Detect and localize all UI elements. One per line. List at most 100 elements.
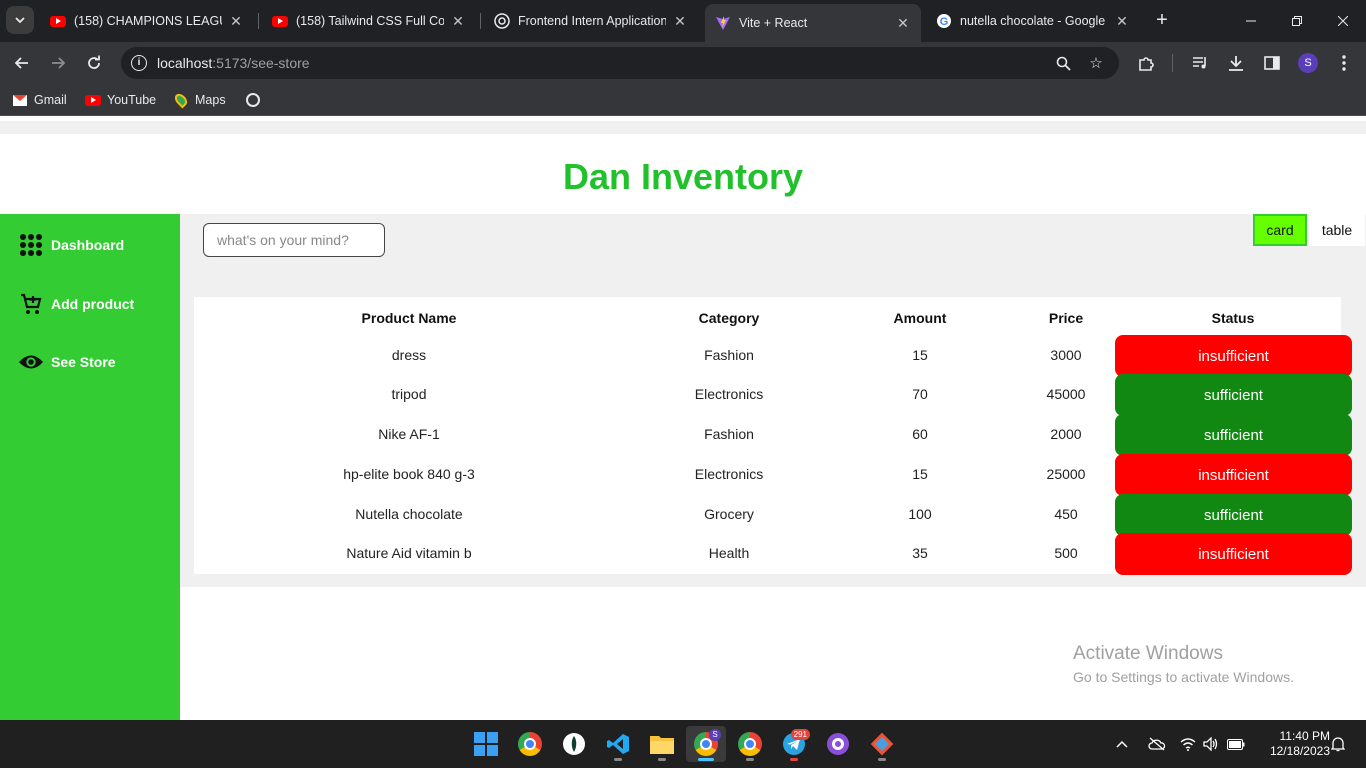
tray-battery[interactable]	[1227, 720, 1245, 768]
column-header-price: Price	[1048, 310, 1084, 326]
globe-icon	[245, 92, 261, 108]
taskbar-github-desktop[interactable]	[818, 726, 858, 762]
status-badge: sufficient	[1115, 494, 1352, 536]
table-row: Nutella chocolate Grocery 100 450 suffic…	[194, 494, 1352, 536]
taskbar-chrome-2[interactable]	[730, 726, 770, 762]
tab-title: Frontend Intern Application	[518, 14, 666, 28]
youtube-icon	[85, 92, 101, 108]
browser-tab[interactable]: (158) Tailwind CSS Full Cours ✕	[262, 0, 476, 42]
close-icon[interactable]: ✕	[895, 15, 911, 32]
cell-category: Grocery	[704, 506, 754, 522]
side-panel-icon	[1264, 56, 1280, 70]
restore-button[interactable]	[1274, 0, 1320, 42]
media-control-button[interactable]	[1186, 49, 1214, 77]
browser-tab[interactable]: (158) CHAMPIONS LEAGUE ( ✕	[40, 0, 254, 42]
tab-title: Vite + React	[739, 16, 808, 30]
profile-avatar[interactable]: S	[1298, 53, 1318, 73]
browser-tab-active[interactable]: Vite + React ✕	[705, 4, 921, 42]
new-tab-button[interactable]: +	[1150, 8, 1174, 32]
bookmark-youtube[interactable]: YouTube	[85, 92, 156, 108]
taskbar-telegram[interactable]: 291	[774, 726, 814, 762]
url-text: localhost:5173/see-store	[157, 55, 310, 71]
battery-icon	[1227, 738, 1245, 750]
vscode-icon	[607, 734, 629, 754]
sidebar-item-see-store[interactable]: See Store	[18, 349, 116, 375]
chrome-icon	[738, 732, 762, 756]
tab-title: (158) CHAMPIONS LEAGUE (	[74, 14, 222, 28]
sidebar-item-add-product[interactable]: Add product	[18, 291, 134, 317]
address-bar[interactable]: i localhost:5173/see-store ☆	[121, 47, 1119, 79]
browser-tab[interactable]: G nutella chocolate - Google S ✕	[926, 0, 1140, 42]
media-queue-icon	[1192, 57, 1206, 69]
watermark-title: Activate Windows	[1073, 643, 1223, 664]
close-icon[interactable]: ✕	[450, 13, 466, 30]
status-badge: insufficient	[1115, 454, 1352, 496]
forward-button[interactable]	[44, 49, 72, 77]
tray-cloud-offline[interactable]	[1148, 720, 1166, 768]
search-input[interactable]	[203, 223, 385, 257]
gmail-icon	[12, 92, 28, 108]
column-header-category: Category	[698, 310, 760, 326]
taskbar-mongodb-compass[interactable]	[554, 726, 594, 762]
tray-network[interactable]	[1180, 720, 1196, 768]
sidebar-item-dashboard[interactable]: Dashboard	[18, 232, 124, 258]
clock-time: 11:40 PM	[1279, 729, 1330, 743]
activate-windows-watermark: Activate Windows Go to Settings to activ…	[1073, 643, 1294, 685]
arrow-left-icon	[14, 57, 28, 69]
page-top-strip	[0, 121, 1366, 134]
downloads-button[interactable]	[1222, 49, 1250, 77]
table-row: Nike AF-1 Fashion 60 2000 sufficient	[194, 414, 1352, 456]
arrow-right-icon	[52, 57, 66, 69]
tab-search-button[interactable]	[6, 6, 34, 34]
extensions-button[interactable]	[1132, 49, 1160, 77]
taskbar-file-explorer[interactable]	[642, 726, 682, 762]
reload-button[interactable]	[80, 49, 108, 77]
table-row: tripod Electronics 70 45000 sufficient	[194, 374, 1352, 416]
tab-title: nutella chocolate - Google S	[960, 14, 1108, 28]
table-row: dress Fashion 15 3000 insufficient	[194, 335, 1352, 377]
bookmark-star-icon[interactable]: ☆	[1086, 53, 1106, 73]
taskbar-git[interactable]	[862, 726, 902, 762]
browser-tab[interactable]: Frontend Intern Application ✕	[484, 0, 698, 42]
tray-overflow-button[interactable]	[1116, 720, 1128, 768]
system-clock[interactable]: 11:40 PM 12/18/2023	[1254, 729, 1330, 759]
site-info-icon[interactable]: i	[131, 55, 147, 71]
cart-add-icon	[18, 291, 44, 317]
close-icon[interactable]: ✕	[1114, 13, 1130, 30]
zoom-search-icon[interactable]	[1053, 53, 1073, 73]
tray-volume[interactable]	[1203, 720, 1219, 768]
column-header-product-name: Product Name	[361, 310, 457, 326]
cell-product-name: hp-elite book 840 g-3	[343, 466, 475, 482]
taskbar-vscode[interactable]	[598, 726, 638, 762]
side-panel-button[interactable]	[1258, 49, 1286, 77]
taskbar-chrome-profile[interactable]: S	[686, 726, 726, 762]
minimize-button[interactable]	[1228, 0, 1274, 42]
bookmark-gmail[interactable]: Gmail	[12, 92, 67, 108]
cell-product-name: Nature Aid vitamin b	[346, 545, 472, 561]
volume-icon	[1203, 737, 1218, 751]
cell-product-name: dress	[391, 347, 427, 363]
close-icon[interactable]: ✕	[672, 13, 688, 30]
close-icon[interactable]: ✕	[228, 13, 244, 30]
mongodb-compass-icon	[563, 733, 585, 755]
close-icon	[1338, 16, 1348, 26]
close-window-button[interactable]	[1320, 0, 1366, 42]
view-card-button[interactable]: card	[1253, 214, 1307, 246]
view-table-button[interactable]: table	[1309, 214, 1365, 246]
watermark-subtitle: Go to Settings to activate Windows.	[1073, 669, 1294, 685]
notification-badge: 291	[790, 729, 810, 740]
tray-notifications[interactable]	[1331, 720, 1345, 768]
download-icon	[1229, 56, 1243, 71]
chevron-down-icon	[15, 17, 25, 24]
bookmark-globe[interactable]	[245, 92, 267, 108]
youtube-icon	[272, 13, 288, 29]
chrome-menu-button[interactable]	[1330, 49, 1358, 77]
cell-price: 450	[1054, 506, 1078, 522]
minimize-icon	[1246, 20, 1256, 22]
git-icon	[870, 732, 894, 756]
bookmark-maps[interactable]: Maps	[172, 91, 226, 109]
cell-amount: 70	[912, 386, 928, 402]
start-button[interactable]	[466, 726, 506, 762]
taskbar-chrome[interactable]	[510, 726, 550, 762]
back-button[interactable]	[8, 49, 36, 77]
